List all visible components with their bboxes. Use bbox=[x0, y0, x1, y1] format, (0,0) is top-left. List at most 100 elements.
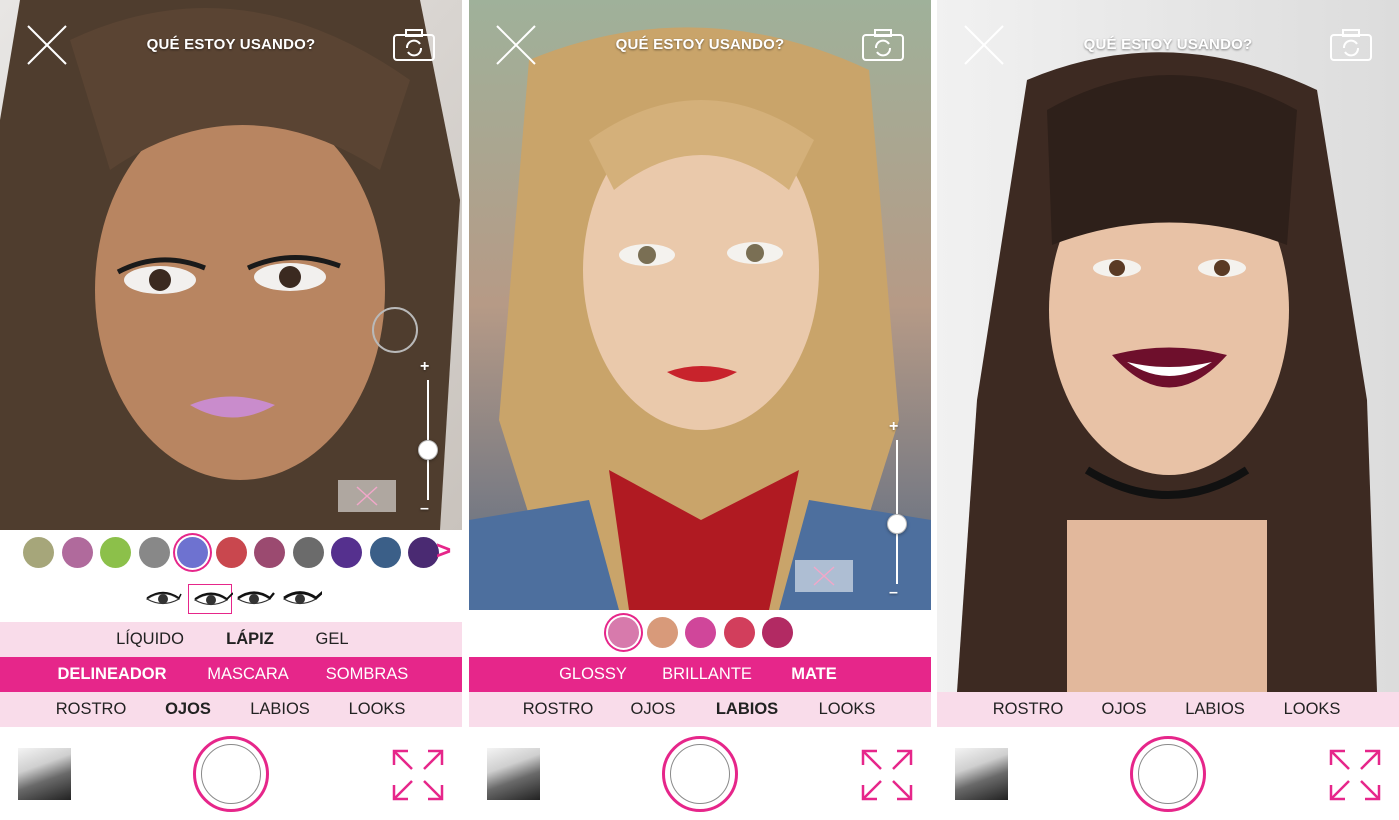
camera-switch-icon bbox=[862, 29, 904, 61]
category-tab-labios[interactable]: LABIOS bbox=[1185, 692, 1245, 727]
capture-button[interactable] bbox=[662, 736, 738, 812]
color-swatch[interactable] bbox=[215, 537, 247, 568]
camera-preview-photo bbox=[0, 0, 462, 530]
category-tab-rostro[interactable]: ROSTRO bbox=[523, 692, 594, 727]
capture-shutter-icon bbox=[201, 744, 261, 804]
color-swatch[interactable] bbox=[100, 537, 131, 568]
slider-plus-label: + bbox=[420, 358, 430, 375]
product-tab-mate[interactable]: MATE bbox=[791, 657, 837, 692]
category-row: ROSTRO OJOS LABIOS LOOKS bbox=[937, 692, 1399, 727]
color-swatch[interactable] bbox=[723, 617, 755, 648]
product-tab-delineador[interactable]: DELINEADOR bbox=[57, 657, 166, 692]
color-swatch[interactable] bbox=[138, 537, 170, 568]
product-tab-mascara[interactable]: MASCARA bbox=[207, 657, 289, 692]
product-tab-glossy[interactable]: GLOSSY bbox=[559, 657, 627, 692]
camera-preview-photo bbox=[469, 0, 931, 610]
gallery-thumbnail-icon[interactable] bbox=[18, 748, 71, 800]
finish-tab-gel[interactable]: GEL bbox=[315, 622, 348, 657]
model-face-image bbox=[469, 0, 931, 610]
color-swatch-bar bbox=[0, 530, 462, 576]
screen-looks: QUÉ ESTOY USANDO? ROSTRO OJOS LABIOS LOOKS bbox=[937, 0, 1399, 820]
screen-eyes: QUÉ ESTOY USANDO? + – > LÍQUIDO LÁPIZ GEL … bbox=[0, 0, 462, 820]
color-swatch[interactable] bbox=[408, 537, 439, 568]
eyeliner-style-option[interactable] bbox=[188, 584, 234, 614]
capture-button[interactable] bbox=[193, 736, 269, 812]
color-swatch-bar bbox=[469, 610, 931, 656]
reset-x-icon bbox=[813, 566, 835, 586]
intensity-slider[interactable]: + – bbox=[887, 418, 907, 602]
category-tab-looks[interactable]: LOOKS bbox=[1284, 692, 1341, 727]
category-tab-rostro[interactable]: ROSTRO bbox=[56, 692, 127, 727]
category-tab-looks[interactable]: LOOKS bbox=[819, 692, 876, 727]
product-tab-brillante[interactable]: BRILLANTE bbox=[662, 657, 752, 692]
color-swatch[interactable] bbox=[646, 617, 678, 648]
color-swatch[interactable] bbox=[762, 617, 793, 648]
expand-fullscreen-icon bbox=[1329, 749, 1381, 801]
color-swatch[interactable] bbox=[292, 537, 324, 568]
expand-button[interactable] bbox=[390, 747, 446, 803]
reset-button[interactable] bbox=[795, 560, 853, 592]
bottom-toolbar bbox=[469, 727, 931, 820]
eyeliner-style-3-icon bbox=[236, 591, 275, 605]
slider-track bbox=[896, 440, 898, 584]
slider-plus-label: + bbox=[889, 418, 899, 435]
camera-switch-button[interactable] bbox=[392, 28, 436, 62]
reset-x-icon bbox=[356, 486, 378, 506]
color-swatch[interactable] bbox=[685, 617, 716, 648]
category-tab-labios[interactable]: LABIOS bbox=[250, 692, 310, 727]
color-swatch[interactable] bbox=[608, 617, 639, 648]
camera-switch-button[interactable] bbox=[1329, 28, 1373, 62]
expand-fullscreen-icon bbox=[861, 749, 913, 801]
camera-preview-photo bbox=[937, 0, 1399, 692]
model-face-image bbox=[0, 0, 462, 530]
category-tab-labios[interactable]: LABIOS bbox=[716, 692, 778, 727]
expand-button[interactable] bbox=[859, 747, 915, 803]
color-swatch[interactable] bbox=[177, 537, 208, 568]
slider-knob[interactable] bbox=[418, 440, 438, 460]
product-tab-sombras[interactable]: SOMBRAS bbox=[326, 657, 409, 692]
category-tab-ojos[interactable]: OJOS bbox=[631, 692, 676, 727]
eyeliner-style-option[interactable] bbox=[278, 584, 325, 614]
gallery-thumbnail-icon[interactable] bbox=[487, 748, 540, 800]
color-swatch[interactable] bbox=[254, 537, 285, 568]
next-swatches-arrow[interactable]: > bbox=[436, 535, 451, 566]
product-row: DELINEADOR MASCARA SOMBRAS bbox=[0, 657, 462, 692]
reset-button[interactable] bbox=[338, 480, 396, 512]
category-tab-ojos[interactable]: OJOS bbox=[1102, 692, 1147, 727]
category-tab-ojos[interactable]: OJOS bbox=[165, 692, 211, 727]
finish-tab-liquido[interactable]: LÍQUIDO bbox=[116, 622, 184, 657]
slider-minus-label: – bbox=[889, 584, 898, 601]
capture-shutter-icon bbox=[1138, 744, 1198, 804]
color-swatch[interactable] bbox=[369, 537, 401, 568]
eyeliner-style-4-icon bbox=[282, 589, 325, 605]
expand-fullscreen-icon bbox=[392, 749, 444, 801]
category-tab-looks[interactable]: LOOKS bbox=[349, 692, 406, 727]
category-row: ROSTRO OJOS LABIOS LOOKS bbox=[469, 692, 931, 727]
category-row: ROSTRO OJOS LABIOS LOOKS bbox=[0, 692, 462, 727]
eyeliner-style-option[interactable] bbox=[141, 584, 185, 614]
slider-minus-label: – bbox=[420, 500, 429, 517]
bottom-toolbar bbox=[937, 727, 1399, 820]
product-row: GLOSSY BRILLANTE MATE bbox=[469, 657, 931, 692]
slider-knob[interactable] bbox=[887, 514, 907, 534]
intensity-slider[interactable]: + – bbox=[418, 358, 438, 518]
color-swatch[interactable] bbox=[61, 537, 93, 568]
eyeliner-style-option[interactable] bbox=[232, 584, 276, 614]
camera-switch-icon bbox=[1330, 29, 1372, 61]
gallery-thumbnail-icon[interactable] bbox=[955, 748, 1008, 800]
camera-switch-button[interactable] bbox=[861, 28, 905, 62]
eyeliner-style-2-icon bbox=[193, 592, 234, 606]
bottom-toolbar bbox=[0, 727, 462, 820]
finish-tab-lapiz[interactable]: LÁPIZ bbox=[226, 622, 274, 657]
color-swatch[interactable] bbox=[23, 537, 54, 568]
eyeliner-style-picker bbox=[0, 582, 462, 618]
category-tab-rostro[interactable]: ROSTRO bbox=[993, 692, 1064, 727]
finish-row: LÍQUIDO LÁPIZ GEL bbox=[0, 622, 462, 657]
camera-switch-icon bbox=[393, 29, 435, 61]
expand-button[interactable] bbox=[1327, 747, 1383, 803]
color-swatch[interactable] bbox=[331, 537, 362, 568]
screen-lips: QUÉ ESTOY USANDO? + – GLOSSY BRILLANTE MAT… bbox=[469, 0, 931, 820]
eyeliner-style-1-icon bbox=[145, 591, 182, 605]
capture-shutter-icon bbox=[670, 744, 730, 804]
capture-button[interactable] bbox=[1130, 736, 1206, 812]
